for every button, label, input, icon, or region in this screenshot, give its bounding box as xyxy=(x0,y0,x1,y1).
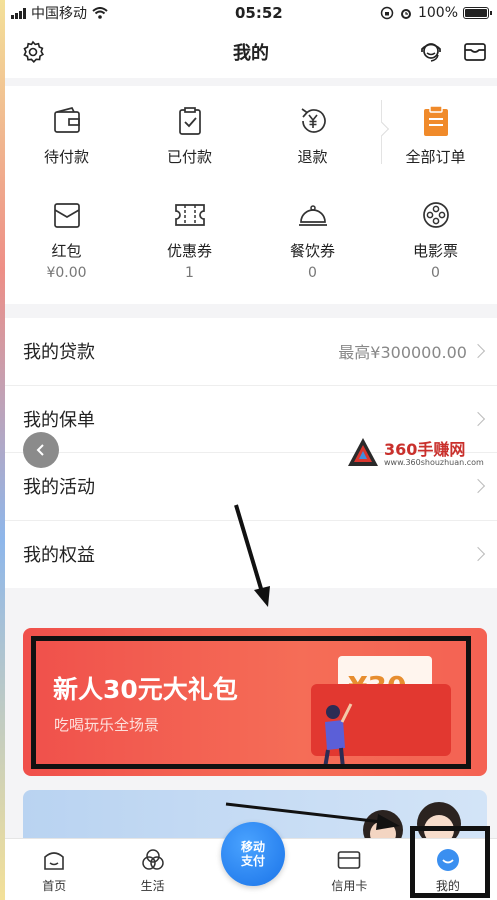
chevron-right-icon xyxy=(470,344,486,359)
life-circles-icon xyxy=(140,847,166,873)
order-label: 已付款 xyxy=(166,148,212,166)
alarm-icon xyxy=(400,9,411,19)
order-refund[interactable]: 退款 xyxy=(251,104,374,167)
message-envelope-icon[interactable] xyxy=(461,38,489,66)
mobile-pay-button[interactable]: 移动 支付 xyxy=(221,822,285,886)
battery-label: 100% xyxy=(417,5,458,21)
pay-label-line1: 移动 xyxy=(240,840,265,854)
refund-yuan-icon xyxy=(296,104,330,138)
asset-coupon[interactable]: 优惠券 1 xyxy=(128,198,251,281)
chevron-left-icon xyxy=(36,444,44,456)
orders-clipboard-icon xyxy=(419,104,453,138)
asset-value: 0 xyxy=(431,265,440,281)
clock: 05:52 xyxy=(235,4,283,22)
coupon-ticket-icon xyxy=(173,198,207,232)
order-status-row: 待付款 已付款 退款 全部订单 xyxy=(5,104,497,167)
asset-label: 餐饮券 xyxy=(289,242,335,260)
tab-home[interactable]: 首页 xyxy=(5,839,103,900)
menu-label: 我的权益 xyxy=(23,545,95,567)
watermark: 360手赚网 www.360shouzhuan.com xyxy=(346,434,496,470)
menu-label: 我的贷款 xyxy=(23,342,95,364)
pay-label-line2: 支付 xyxy=(240,854,265,868)
nav-bar: 我的 xyxy=(5,26,497,78)
rotation-lock-icon xyxy=(380,6,394,20)
menu-item-loans[interactable]: 我的贷款 最高¥300000.00 xyxy=(5,318,497,386)
watermark-url: www.360shouzhuan.com xyxy=(384,458,484,467)
status-bar: 中国移动 05:52 100% xyxy=(5,0,497,26)
asset-label: 电影票 xyxy=(412,242,458,260)
orders-panel: 待付款 已付款 退款 全部订单 红包 ¥0.00 优惠券 1 餐饮券 0 电影票… xyxy=(5,86,497,304)
clipboard-check-icon xyxy=(173,104,207,138)
asset-value: ¥0.00 xyxy=(46,265,87,281)
asset-movie-ticket[interactable]: 电影票 0 xyxy=(374,198,497,281)
menu-label: 我的保单 xyxy=(23,409,95,431)
asset-value: 1 xyxy=(185,265,194,281)
wifi-icon xyxy=(92,7,108,19)
wallet-icon xyxy=(50,104,84,138)
signal-icon xyxy=(11,7,26,19)
asset-label: 优惠券 xyxy=(166,242,212,260)
red-packet-icon xyxy=(50,198,84,232)
asset-label: 红包 xyxy=(51,242,82,260)
tab-label: 生活 xyxy=(140,879,165,893)
chevron-right-icon xyxy=(470,547,486,562)
watermark-title: 360手赚网 xyxy=(384,440,466,459)
battery-icon xyxy=(463,7,492,19)
tab-label: 信用卡 xyxy=(331,879,368,893)
order-pending-payment[interactable]: 待付款 xyxy=(5,104,128,167)
loan-limit: 最高¥300000.00 xyxy=(338,343,467,363)
credit-card-icon xyxy=(336,847,362,873)
settings-gear-icon[interactable] xyxy=(19,38,47,66)
asset-red-packet[interactable]: 红包 ¥0.00 xyxy=(5,198,128,281)
order-label: 全部订单 xyxy=(405,148,466,166)
chevron-right-icon xyxy=(470,411,486,426)
asset-dining-voucher[interactable]: 餐饮券 0 xyxy=(251,198,374,281)
customer-service-icon[interactable] xyxy=(417,38,445,66)
assets-row: 红包 ¥0.00 优惠券 1 餐饮券 0 电影票 0 xyxy=(5,198,497,281)
watermark-logo-icon xyxy=(348,438,378,466)
order-label: 待付款 xyxy=(43,148,89,166)
cloche-icon xyxy=(296,198,330,232)
tab-label: 首页 xyxy=(42,879,67,893)
carrier-label: 中国移动 xyxy=(31,6,87,22)
chevron-right-icon xyxy=(470,479,486,494)
tab-credit-card[interactable]: 信用卡 xyxy=(300,839,398,900)
menu-label: 我的活动 xyxy=(23,477,95,499)
film-reel-icon xyxy=(419,198,453,232)
annotation-frame xyxy=(31,636,471,769)
asset-value: 0 xyxy=(308,265,317,281)
order-label: 退款 xyxy=(297,148,328,166)
home-icon xyxy=(41,847,67,873)
order-all[interactable]: 全部订单 xyxy=(374,104,497,167)
annotation-frame xyxy=(410,826,490,898)
menu-item-benefits[interactable]: 我的权益 xyxy=(5,521,497,589)
back-button[interactable] xyxy=(23,432,59,468)
order-paid[interactable]: 已付款 xyxy=(128,104,251,167)
page-title: 我的 xyxy=(233,43,269,64)
tab-life[interactable]: 生活 xyxy=(103,839,201,900)
